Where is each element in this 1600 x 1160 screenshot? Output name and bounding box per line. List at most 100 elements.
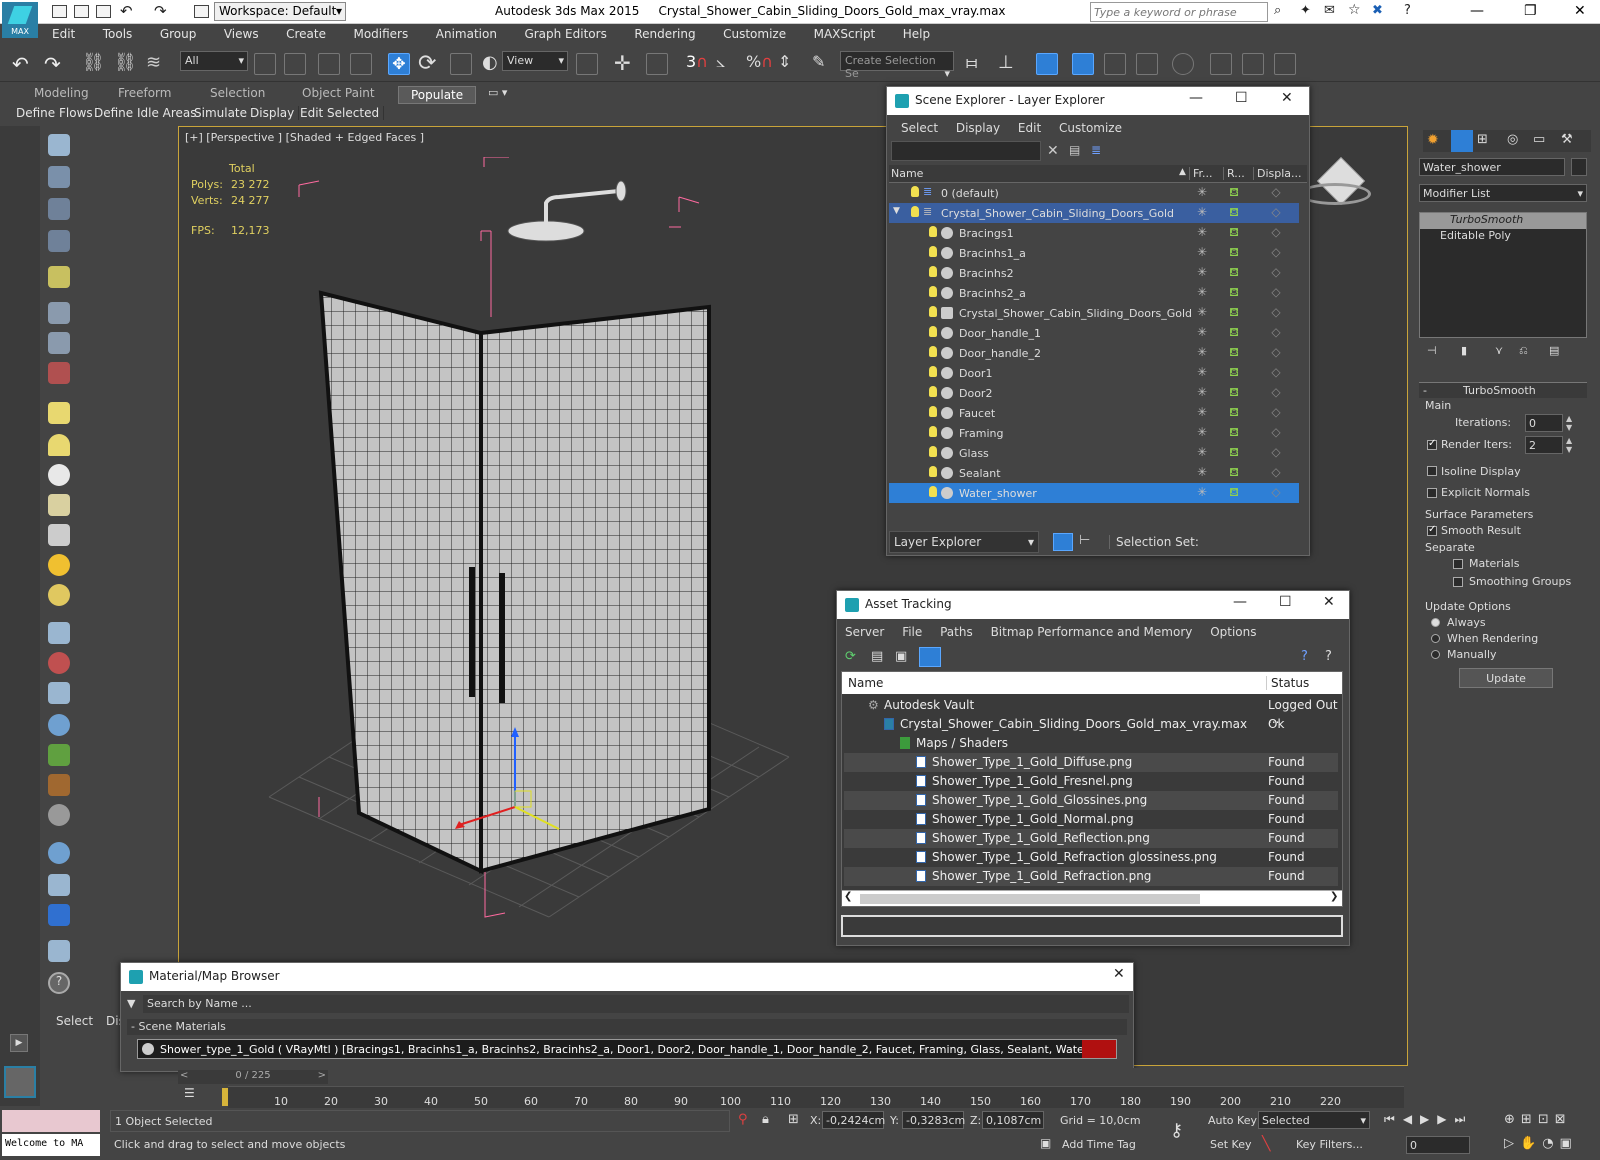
key-mode-dropdown[interactable]: Selected ▾ — [1258, 1111, 1370, 1129]
display-tab-icon[interactable]: ▭ — [1533, 132, 1545, 147]
turbosmooth-rollout-header[interactable]: - TurboSmooth — [1419, 382, 1587, 398]
freeze-icon[interactable]: ✳ — [1195, 245, 1209, 259]
freeze-icon[interactable]: ✳ — [1195, 285, 1209, 299]
explicit-normals-checkbox[interactable] — [1427, 488, 1437, 498]
add-time-tag[interactable]: Add Time Tag — [1062, 1138, 1136, 1151]
render-teapot-icon[interactable]: ⛾ — [1227, 285, 1241, 299]
create-tab-icon[interactable]: ✹ — [1427, 132, 1439, 148]
render-teapot-icon[interactable]: ⛾ — [1227, 345, 1241, 359]
light-bulb-icon[interactable] — [929, 386, 937, 397]
rendered-frame-window-icon[interactable] — [1242, 53, 1264, 75]
when-rendering-radio[interactable] — [1431, 634, 1440, 643]
light-bulb-icon[interactable] — [929, 466, 937, 477]
zoom-extents-all-icon[interactable]: ⊠ — [1555, 1112, 1572, 1127]
freeze-icon[interactable]: ✳ — [1195, 205, 1209, 219]
zoom-icon[interactable]: ⊕ — [1504, 1112, 1521, 1127]
hair-icon[interactable] — [48, 774, 70, 796]
tree-row-object[interactable]: Faucet ✳ ⛾ ◇ — [889, 403, 1299, 423]
render-teapot-icon[interactable]: ⛾ — [1227, 465, 1241, 479]
asset-path-field[interactable] — [841, 915, 1343, 937]
basket-icon[interactable] — [48, 494, 70, 516]
set-key-button[interactable]: Set Key — [1210, 1138, 1252, 1151]
asset-row[interactable]: Shower_Type_1_Gold_Fresnel.png Found — [844, 772, 1338, 791]
menu-tools[interactable]: Tools — [91, 24, 145, 41]
at-menu-bitmap[interactable]: Bitmap Performance and Memory — [991, 625, 1193, 639]
absolute-mode-icon[interactable]: ⊞ — [788, 1112, 799, 1127]
display-box-icon[interactable]: ◇ — [1269, 485, 1283, 499]
vault-help-icon[interactable]: ? — [1301, 649, 1308, 664]
sphere-icon[interactable] — [48, 464, 70, 486]
time-slider[interactable]: < 0 / 225 > — [178, 1070, 328, 1084]
select-rotate-icon[interactable]: ⟳ — [418, 51, 436, 76]
light-bulb-icon[interactable] — [929, 306, 937, 317]
render-iters-spinner[interactable]: 2 — [1525, 436, 1563, 454]
tree-row-object[interactable]: Crystal_Shower_Cabin_Sliding_Doors_Gold ✳… — [889, 303, 1299, 323]
ribbon-define-idle-areas[interactable]: Define Idle Areas — [90, 106, 202, 120]
render-teapot-icon[interactable]: ⛾ — [1227, 305, 1241, 319]
clear-search-icon[interactable]: ✕ — [1047, 143, 1059, 159]
se-menu-edit[interactable]: Edit — [1018, 121, 1041, 135]
mirror-object-icon[interactable] — [48, 332, 70, 354]
remove-modifier-icon[interactable]: ⎌ — [1519, 344, 1528, 358]
maximize-viewport-icon[interactable]: ▣ — [1560, 1136, 1578, 1151]
layer-mode-icon[interactable] — [1053, 533, 1073, 551]
object-name-field[interactable]: Water_shower — [1419, 158, 1565, 176]
keyboard-shortcut-icon[interactable] — [646, 53, 668, 75]
edit-named-sets-icon[interactable]: ✎ — [812, 52, 825, 71]
asset-row[interactable]: Shower_Type_1_Gold_Reflection.png Found — [844, 829, 1338, 848]
render-teapot-icon[interactable]: ⛾ — [1227, 265, 1241, 279]
minimize-icon[interactable]: — — [1233, 594, 1247, 610]
scroll-thumb[interactable] — [860, 894, 1200, 904]
pivot-center-icon[interactable] — [576, 53, 598, 75]
render-icon[interactable] — [48, 166, 70, 188]
torus-icon[interactable] — [48, 584, 70, 606]
utilities-tab-icon[interactable]: ⚒ — [1561, 132, 1573, 147]
ox-icon[interactable] — [48, 804, 70, 826]
project-folder-icon[interactable] — [194, 5, 209, 18]
pin-stack-icon[interactable]: ⊣ — [1427, 344, 1437, 357]
ribbon-edit-selected[interactable]: Edit Selected — [296, 106, 385, 120]
scene-materials-header[interactable]: - Scene Materials — [127, 1019, 1127, 1035]
se-menu-display[interactable]: Display — [956, 121, 1000, 135]
at-menu-paths[interactable]: Paths — [940, 625, 973, 639]
tree-row-object[interactable]: Framing ✳ ⛾ ◇ — [889, 423, 1299, 443]
render-teapot-icon[interactable]: ⛾ — [1227, 205, 1241, 219]
bulk-icon[interactable] — [48, 940, 70, 962]
next-frame-icon[interactable]: > — [318, 1070, 326, 1081]
tree-row-object[interactable]: Bracinhs2 ✳ ⛾ ◇ — [889, 263, 1299, 283]
ribbon-tab-freeform[interactable]: Freeform — [118, 86, 171, 100]
isolate-selection-icon[interactable]: ⚲ — [738, 1112, 748, 1127]
asset-row[interactable]: Shower_Type_1_Gold_Glossines.png Found — [844, 791, 1338, 810]
render-teapot-icon[interactable]: ⛾ — [1227, 385, 1241, 399]
stack-item-editable-poly[interactable]: Editable Poly — [1420, 229, 1586, 245]
render-teapot-icon[interactable]: ⛾ — [1227, 325, 1241, 339]
asset-row[interactable]: Shower_Type_1_Gold_Diffuse.png Found — [844, 753, 1338, 772]
help-circle-icon[interactable]: ? — [48, 972, 70, 994]
ribbon-options-icon[interactable]: ▭ ▾ — [488, 86, 507, 99]
at-menu-options[interactable]: Options — [1210, 625, 1256, 639]
display-box-icon[interactable]: ◇ — [1269, 225, 1283, 239]
display-box-icon[interactable]: ◇ — [1269, 185, 1283, 199]
scroll-right-icon[interactable]: ❯ — [1330, 891, 1338, 902]
tree-row-layer-default[interactable]: ≣ 0 (default) ✳ ⛾ ◇ — [889, 183, 1299, 203]
menu-animation[interactable]: Animation — [424, 24, 509, 41]
col-name[interactable]: Name — [891, 167, 923, 180]
light-bulb-icon[interactable] — [929, 346, 937, 357]
at-menu-file[interactable]: File — [902, 625, 922, 639]
manipulate-icon[interactable]: ✛ — [614, 51, 631, 75]
tree-row-object[interactable]: Sealant ✳ ⛾ ◇ — [889, 463, 1299, 483]
materials-checkbox[interactable] — [1453, 559, 1463, 569]
tree-row-object[interactable]: Bracinhs1_a ✳ ⛾ ◇ — [889, 243, 1299, 263]
particles-icon[interactable] — [48, 622, 70, 644]
render-teapot-icon[interactable]: ⛾ — [1227, 445, 1241, 459]
table-view-icon[interactable] — [919, 647, 941, 667]
at-menu-server[interactable]: Server — [845, 625, 884, 639]
light-bulb-icon[interactable] — [929, 366, 937, 377]
freeze-icon[interactable]: ✳ — [1195, 405, 1209, 419]
stack-item-turbosmooth[interactable]: TurboSmooth — [1420, 213, 1586, 229]
tree-row-object[interactable]: Door2 ✳ ⛾ ◇ — [889, 383, 1299, 403]
teapot-icon[interactable] — [48, 134, 70, 156]
light-bulb-icon[interactable] — [929, 226, 937, 237]
smooth-result-checkbox[interactable] — [1427, 524, 1437, 536]
light-bulb-icon[interactable] — [911, 186, 919, 197]
